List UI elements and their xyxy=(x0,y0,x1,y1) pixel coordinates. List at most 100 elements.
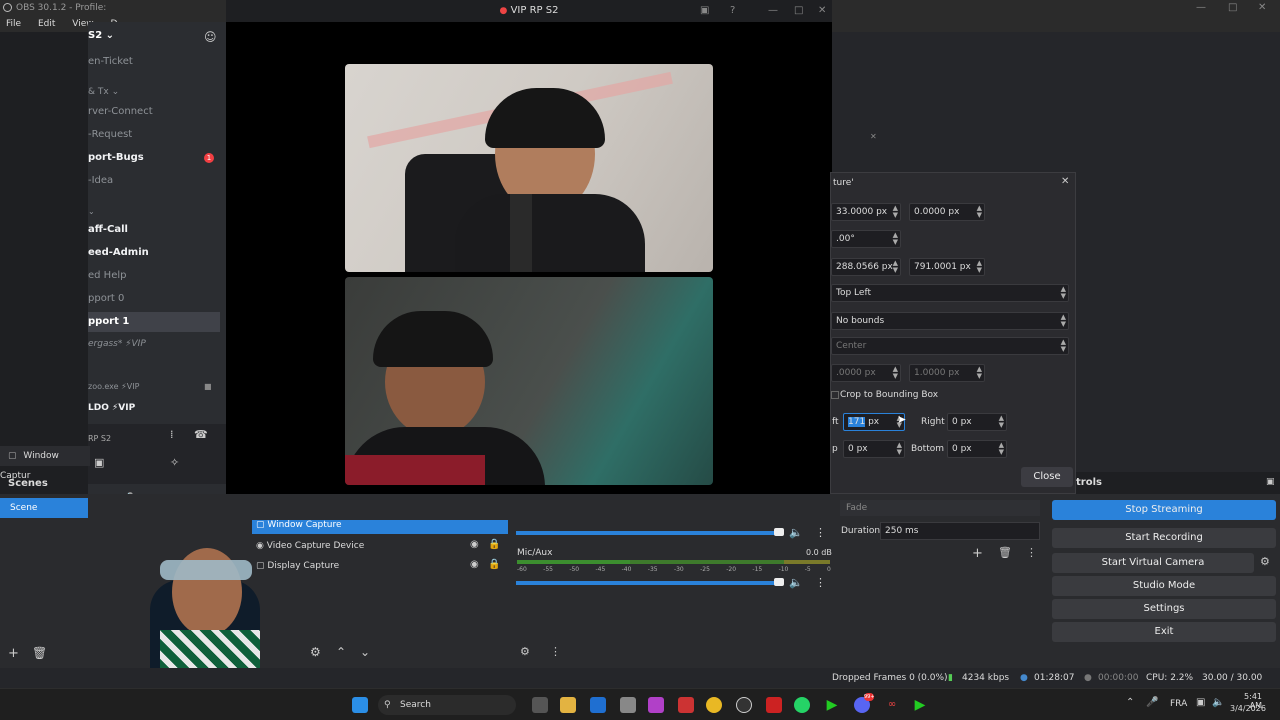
rotation-input[interactable]: .00° ▲ ▼ xyxy=(831,230,901,248)
app-icon[interactable] xyxy=(766,697,782,713)
tray-chevron-icon[interactable]: ⌃ xyxy=(1126,697,1134,708)
server-header[interactable]: S2 ⌄ xyxy=(88,30,114,41)
dock-float-icon[interactable]: ▣ xyxy=(1266,477,1275,487)
webcam-feed-bottom[interactable] xyxy=(345,277,713,485)
spinner-icon[interactable]: ▲ ▼ xyxy=(999,415,1004,429)
disconnect-icon[interactable]: ☎ xyxy=(194,428,208,441)
popout-icon[interactable]: ▣ xyxy=(700,0,709,22)
add-transition-icon[interactable]: + xyxy=(972,546,983,561)
speaker-icon[interactable]: 🔈 xyxy=(789,526,803,539)
position-x-input[interactable]: 33.0000 px ▲ ▼ xyxy=(831,203,901,221)
visibility-eye-icon[interactable]: ◉ xyxy=(470,559,479,570)
studio-mode-button[interactable]: Studio Mode xyxy=(1052,576,1276,596)
channel-item[interactable]: rver-Connect xyxy=(88,102,220,122)
webcam-feed-top[interactable] xyxy=(345,64,713,272)
transition-menu-icon[interactable]: ⋮ xyxy=(1026,546,1037,559)
spinner-icon[interactable]: ▲ ▼ xyxy=(893,366,898,380)
volume-slider-2[interactable] xyxy=(516,581,782,585)
windows-start-icon[interactable] xyxy=(352,697,368,713)
exit-button[interactable]: Exit xyxy=(1052,622,1276,642)
size-h-input[interactable]: 791.0001 px ▲ ▼ xyxy=(909,258,985,276)
mixer-settings-icon[interactable]: ⚙ xyxy=(520,645,530,658)
volume-handle[interactable] xyxy=(774,578,784,586)
screen-share-icon[interactable]: ▣ xyxy=(94,456,104,469)
crop-bottom-input[interactable]: 0 px ▲ ▼ xyxy=(947,440,1007,458)
channel-item[interactable]: en-Ticket xyxy=(88,52,220,72)
crop-bounds-checkbox[interactable] xyxy=(831,391,839,399)
app-icon[interactable] xyxy=(648,697,664,713)
remove-scene-icon[interactable]: 🗑 xyxy=(32,646,47,660)
minimize-icon[interactable]: — xyxy=(1196,0,1206,16)
maximize-icon[interactable]: □ xyxy=(1228,0,1237,16)
spinner-icon[interactable]: ▲ ▼ xyxy=(977,366,982,380)
channel-item[interactable]: pport 0 xyxy=(88,289,220,309)
crop-right-input[interactable]: 0 px ▲ ▼ xyxy=(947,413,1007,431)
start-recording-button[interactable]: Start Recording xyxy=(1052,528,1276,548)
settings-app-icon[interactable] xyxy=(620,697,636,713)
tray-mic-icon[interactable]: 🎤 xyxy=(1146,697,1158,708)
menu-edit[interactable]: Edit xyxy=(38,16,55,32)
app-icon[interactable] xyxy=(678,697,694,713)
channel-item[interactable]: -Idea xyxy=(88,171,220,191)
play-icon[interactable]: ▶ xyxy=(912,697,928,713)
add-member-icon[interactable]: ☺ xyxy=(204,30,217,44)
channel-item[interactable]: port-Bugs xyxy=(88,148,220,168)
soundboard-icon[interactable]: ⁞ xyxy=(170,428,174,441)
app-icon[interactable]: ∞ xyxy=(884,697,900,713)
minimize-icon[interactable]: — xyxy=(768,0,778,22)
spinner-icon[interactable]: ▲ ▼ xyxy=(999,442,1004,456)
more-icon[interactable]: ⋮ xyxy=(815,526,826,539)
maximize-icon[interactable]: □ xyxy=(794,0,803,22)
channel-item[interactable]: eed-Admin xyxy=(88,243,220,263)
lock-icon[interactable]: 🔒 xyxy=(488,559,500,570)
clock-date[interactable]: 3/4/2026 xyxy=(1230,704,1266,713)
chrome-icon[interactable] xyxy=(706,697,722,713)
scene-item[interactable]: Scene xyxy=(0,498,88,518)
move-up-icon[interactable]: ⌃ xyxy=(336,645,346,659)
language-indicator[interactable]: FRA xyxy=(1170,699,1187,709)
crop-left-input[interactable]: 171 px ▲ ▼ xyxy=(843,413,905,431)
bounds-h-input[interactable]: 1.0000 px ▲ ▼ xyxy=(909,364,985,382)
taskbar-search[interactable]: ⚲ Search xyxy=(378,695,516,715)
settings-button[interactable]: Settings xyxy=(1052,599,1276,619)
crop-top-input[interactable]: 0 px ▲ ▼ xyxy=(843,440,905,458)
transition-select[interactable]: Fade xyxy=(840,500,1040,516)
virtual-camera-settings-icon[interactable]: ⚙ xyxy=(1260,555,1270,568)
close-icon[interactable]: ✕ xyxy=(818,0,826,22)
volume-slider-1[interactable] xyxy=(516,531,782,535)
network-icon[interactable]: ▣ xyxy=(1196,697,1205,708)
source-properties-gear-icon[interactable]: ⚙ xyxy=(310,645,321,659)
channel-item[interactable]: aff-Call xyxy=(88,220,220,240)
move-down-icon[interactable]: ⌄ xyxy=(360,645,370,659)
activities-icon[interactable]: ✧ xyxy=(170,456,179,469)
spinner-icon[interactable]: ▲ ▼ xyxy=(893,260,898,274)
channel-item-selected[interactable]: pport 1 xyxy=(88,312,220,332)
speaker-icon[interactable]: 🔈 xyxy=(789,576,803,589)
close-icon[interactable]: ✕ xyxy=(1258,0,1266,16)
more-icon[interactable]: ⋮ xyxy=(815,576,826,589)
start-virtual-camera-button[interactable]: Start Virtual Camera xyxy=(1052,553,1254,573)
help-icon[interactable]: ? xyxy=(730,0,735,22)
voice-user[interactable]: LDO ⚡VIP xyxy=(88,398,220,418)
voice-user[interactable]: ergass* ⚡VIP xyxy=(88,334,220,354)
category-collapse-icon[interactable]: ⌄ xyxy=(88,202,220,222)
lock-icon[interactable]: 🔒 xyxy=(488,539,500,550)
remove-transition-icon[interactable]: 🗑 xyxy=(998,546,1012,559)
task-view-icon[interactable] xyxy=(532,697,548,713)
file-explorer-icon[interactable] xyxy=(560,697,576,713)
spinner-icon[interactable]: ▲ ▼ xyxy=(977,205,982,219)
volume-icon[interactable]: 🔈 xyxy=(1212,697,1224,708)
visibility-eye-icon[interactable]: ◉ xyxy=(470,539,479,550)
play-icon[interactable]: ▶ xyxy=(824,697,840,713)
position-y-input[interactable]: 0.0000 px ▲ ▼ xyxy=(909,203,985,221)
duration-input[interactable]: 250 ms xyxy=(880,522,1040,540)
voice-user[interactable]: zoo.exe ⚡VIP xyxy=(88,377,220,397)
size-w-input[interactable]: 288.0566 px ▲ ▼ xyxy=(831,258,901,276)
volume-handle[interactable] xyxy=(774,528,784,536)
category-item[interactable]: & Tx ⌄ xyxy=(88,82,220,102)
stop-streaming-button[interactable]: Stop Streaming xyxy=(1052,500,1276,520)
spinner-icon[interactable]: ▲ ▼ xyxy=(977,260,982,274)
close-button[interactable]: Close xyxy=(1021,467,1073,487)
channel-item[interactable]: -Request xyxy=(88,125,220,145)
bounds-w-input[interactable]: .0000 px ▲ ▼ xyxy=(831,364,901,382)
